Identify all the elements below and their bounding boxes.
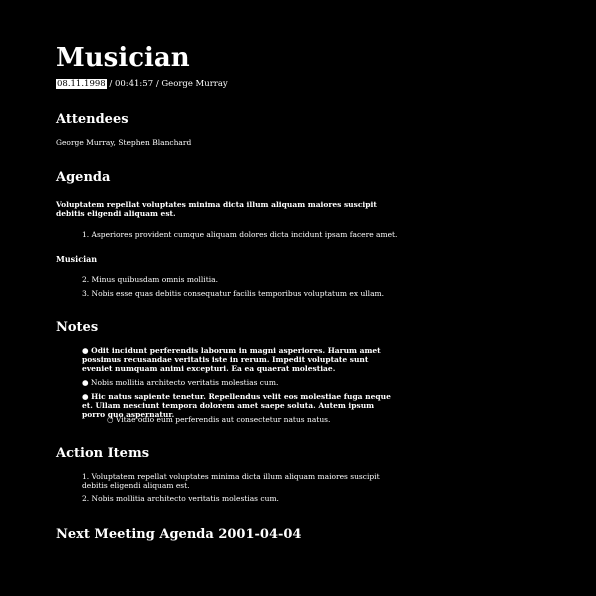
attendees-list: George Murray, Stephen Blanchard xyxy=(56,138,192,147)
page-title: Musician xyxy=(56,43,190,73)
note-bullet-2: ● Nobis mollitia architecto veritatis mo… xyxy=(82,378,279,387)
agenda-heading: Agenda xyxy=(56,170,111,185)
agenda-intro: Voluptatem repellat voluptates minima di… xyxy=(56,200,377,218)
next-meeting-heading: Next Meeting Agenda 2001-04-04 xyxy=(56,527,302,542)
meeting-meta: 08.11.1998 / 00:41:57 / George Murray xyxy=(56,79,228,90)
action-item-2: 2. Nobis mollitia architecto veritatis m… xyxy=(82,494,279,503)
agenda-subheading: Musician xyxy=(56,254,98,264)
document-page: Musician 08.11.1998 / 00:41:57 / George … xyxy=(0,0,596,596)
attendees-heading: Attendees xyxy=(56,112,129,127)
note-bullet-1: ● Odit incidunt perferendis laborum in m… xyxy=(82,346,381,373)
notes-heading: Notes xyxy=(56,320,99,335)
note-sub-bullet: ○ Vitae odio eum perferendis aut consect… xyxy=(107,415,331,424)
meeting-date: 08.11.1998 xyxy=(56,79,107,89)
action-item-1: 1. Voluptatem repellat voluptates minima… xyxy=(82,472,380,490)
agenda-item-3: 3. Nobis esse quas debitis consequatur f… xyxy=(82,289,385,298)
meeting-time-author: / 00:41:57 / George Murray xyxy=(106,79,228,89)
action-items-heading: Action Items xyxy=(56,446,150,461)
agenda-item-1: 1. Asperiores provident cumque aliquam d… xyxy=(82,230,398,239)
agenda-item-2: 2. Minus quibusdam omnis mollitia. xyxy=(82,275,218,284)
